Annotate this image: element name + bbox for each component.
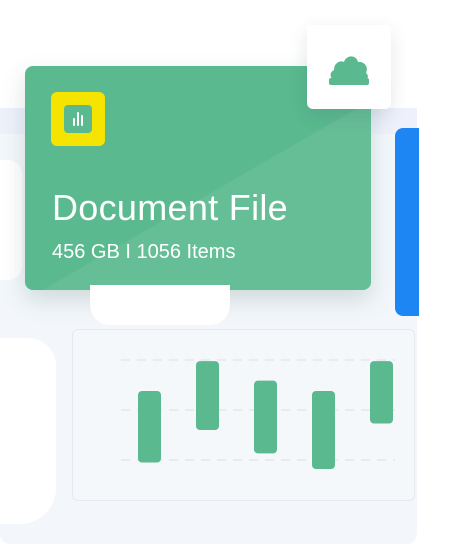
bar-chart bbox=[121, 359, 395, 469]
chart-bar bbox=[138, 391, 161, 463]
chart-bar bbox=[370, 361, 393, 424]
bar-chart-icon-bar bbox=[81, 115, 83, 126]
card-title: Document File bbox=[52, 187, 288, 228]
bar-chart-panel bbox=[72, 329, 415, 501]
upload-button[interactable] bbox=[307, 25, 391, 109]
chart-bar bbox=[312, 391, 335, 469]
bar-chart-icon-bar bbox=[77, 112, 79, 126]
background-shape bbox=[0, 338, 56, 524]
background-shape bbox=[0, 160, 22, 280]
chart-bar bbox=[196, 361, 219, 430]
card-subtitle: 456 GB I 1056 Items bbox=[52, 241, 236, 263]
chart-bar bbox=[254, 380, 277, 454]
cloud-upload-icon bbox=[329, 56, 369, 85]
blue-accent-bar bbox=[395, 128, 419, 316]
bar-chart-icon-bar bbox=[73, 118, 75, 126]
bar-chart-icon bbox=[51, 92, 105, 146]
background-shape bbox=[90, 285, 230, 325]
bar-chart-icon-tile bbox=[64, 105, 92, 133]
